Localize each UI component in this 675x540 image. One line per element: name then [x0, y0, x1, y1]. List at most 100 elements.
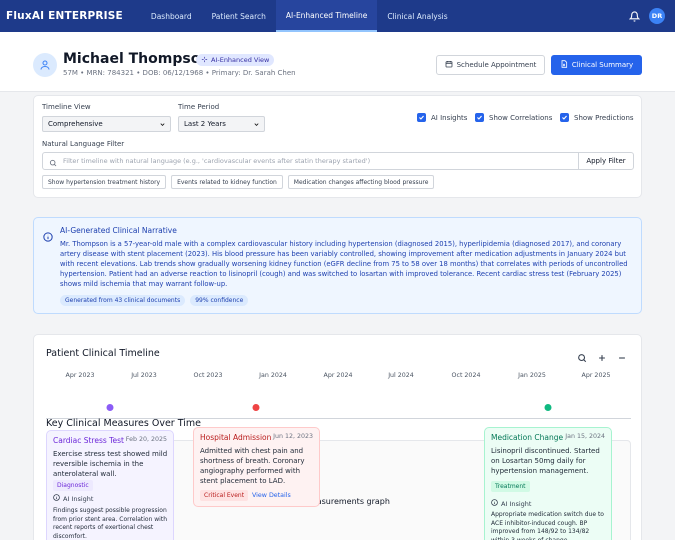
event-date: Feb 20, 2025 [125, 436, 167, 443]
event-marker-admission[interactable] [252, 404, 260, 411]
zoom-in-icon[interactable] [597, 348, 607, 367]
event-description: Lisinopril discontinued. Started on Losa… [491, 447, 600, 475]
bell-icon[interactable] [627, 9, 641, 23]
nl-search-box [42, 152, 579, 170]
nav-clinical-analysis[interactable]: Clinical Analysis [377, 0, 457, 32]
nav-links: Dashboard Patient Search AI-Enhanced Tim… [141, 0, 458, 32]
ai-insight-header: AI Insight [491, 499, 531, 508]
narrative-title: AI-Generated Clinical Narrative [60, 226, 177, 235]
event-card-stress-test[interactable]: Cardiac Stress Test Feb 20, 2025 Exercis… [46, 430, 174, 540]
event-date: Jan 15, 2024 [565, 433, 605, 440]
show-correlations-label: Show Correlations [489, 113, 553, 122]
confidence-badge: 99% confidence [190, 295, 249, 306]
timeline-months: Apr 2023 Jul 2023 Oct 2023 Jan 2024 Apr … [34, 372, 643, 384]
event-tag: Critical Event [200, 490, 249, 501]
month-label: Jul 2023 [131, 372, 157, 379]
patient-meta: 57M • MRN: 784321 • DOB: 06/12/1968 • Pr… [63, 69, 296, 77]
event-date: Jun 12, 2023 [273, 433, 313, 440]
month-label: Jul 2024 [388, 372, 414, 379]
nav-actions: DR [627, 8, 669, 24]
time-period-select[interactable]: Last 2 Years [178, 116, 265, 132]
ai-insight-label: AI Insight [63, 494, 94, 503]
nav-dashboard[interactable]: Dashboard [141, 0, 202, 32]
brand-logo[interactable]: FluxAI ENTERPRISE [6, 10, 123, 22]
ai-insight-text: Appropriate medication switch due to ACE… [491, 511, 604, 540]
check-icon [560, 113, 569, 122]
show-predictions-checkbox[interactable]: Show Predictions [560, 113, 634, 122]
suggestion-chip[interactable]: Events related to kidney function [171, 175, 283, 189]
clinical-summary-label: Clinical Summary [571, 61, 634, 69]
nav-patient-search[interactable]: Patient Search [202, 0, 276, 32]
timeline-tools [577, 348, 627, 367]
view-details-link[interactable]: View Details [252, 492, 291, 499]
user-avatar[interactable]: DR [649, 8, 665, 24]
narrative-tags: Generated from 43 clinical documents 99%… [60, 295, 249, 306]
chevron-down-icon [159, 121, 166, 130]
event-card-medication[interactable]: Medication Change Jan 15, 2024 Lisinopri… [484, 427, 612, 540]
check-icon [417, 113, 426, 122]
event-tag: Diagnostic [53, 480, 93, 491]
event-title: Cardiac Stress Test [53, 436, 124, 445]
ai-insight-label: AI Insight [501, 499, 532, 508]
ai-insights-checkbox[interactable]: AI Insights [417, 113, 467, 122]
nl-filter-label: Natural Language Filter [42, 140, 125, 148]
calendar-icon [445, 60, 453, 70]
month-label: Oct 2024 [451, 372, 481, 379]
check-icon [475, 113, 484, 122]
event-title: Medication Change [491, 433, 564, 442]
month-label: Jan 2025 [518, 372, 546, 379]
suggestion-chips: Show hypertension treatment history Even… [42, 175, 435, 189]
ai-insights-label: AI Insights [431, 113, 468, 122]
source-count-badge: Generated from 43 clinical documents [60, 295, 186, 306]
zoom-search-icon[interactable] [577, 348, 587, 367]
event-marker-stress-test[interactable] [106, 404, 114, 411]
month-label: Apr 2024 [323, 372, 353, 379]
event-marker-medication[interactable] [544, 404, 552, 411]
event-title: Hospital Admission [200, 433, 272, 442]
ai-insight-header: AI Insight [53, 494, 93, 503]
event-tag: Treatment [491, 481, 530, 492]
time-period-value: Last 2 Years [184, 120, 226, 128]
patient-avatar-icon [33, 53, 57, 77]
timeline-view-select[interactable]: Comprehensive [42, 116, 171, 132]
narrative-text: Mr. Thompson is a 57-year-old male with … [60, 240, 628, 288]
month-label: Apr 2023 [65, 372, 95, 379]
patient-name: Michael Thompson [63, 51, 211, 67]
document-icon [560, 60, 568, 70]
schedule-appointment-button[interactable]: Schedule Appointment [436, 55, 545, 75]
event-card-admission[interactable]: Hospital Admission Jun 12, 2023 Admitted… [193, 427, 320, 507]
event-description: Admitted with chest pain and shortness o… [200, 447, 305, 485]
event-description: Exercise stress test showed mild reversi… [53, 450, 168, 478]
ai-narrative-card: AI-Generated Clinical Narrative Mr. Thom… [33, 217, 642, 314]
timeline-title: Patient Clinical Timeline [46, 348, 160, 359]
info-icon [43, 227, 53, 246]
month-label: Jan 2024 [259, 372, 287, 379]
patient-header: Michael Thompson AI-Enhanced View 57M • … [0, 32, 675, 92]
timeline-filters-card: Timeline View Comprehensive Time Period … [33, 95, 642, 198]
ai-insight-text: Findings suggest possible progression fr… [53, 507, 168, 540]
timeline-view-label: Timeline View [42, 103, 91, 111]
zoom-out-icon[interactable] [617, 348, 627, 367]
show-predictions-label: Show Predictions [574, 113, 634, 122]
chevron-down-icon [253, 121, 260, 130]
timeline-view-value: Comprehensive [48, 120, 103, 128]
clinical-timeline-card: Patient Clinical Timeline Apr 2023 Jul 2… [33, 334, 642, 540]
suggestion-chip[interactable]: Medication changes affecting blood press… [287, 175, 435, 189]
nav-ai-timeline[interactable]: AI-Enhanced Timeline [275, 0, 378, 32]
ai-view-badge: AI-Enhanced View [196, 54, 275, 66]
clinical-summary-button[interactable]: Clinical Summary [551, 55, 642, 75]
sparkle-icon [201, 56, 208, 65]
month-label: Apr 2025 [581, 372, 611, 379]
measures-title: Key Clinical Measures Over Time [46, 418, 201, 429]
search-icon [49, 152, 57, 171]
suggestion-chip[interactable]: Show hypertension treatment history [42, 175, 167, 189]
info-icon [491, 499, 498, 508]
schedule-label: Schedule Appointment [456, 61, 537, 69]
info-icon [53, 494, 60, 503]
apply-filter-button[interactable]: Apply Filter [578, 152, 634, 170]
show-correlations-checkbox[interactable]: Show Correlations [475, 113, 552, 122]
time-period-label: Time Period [178, 103, 220, 111]
ai-view-label: AI-Enhanced View [211, 56, 270, 64]
month-label: Oct 2023 [193, 372, 223, 379]
nl-filter-input[interactable] [63, 157, 563, 165]
